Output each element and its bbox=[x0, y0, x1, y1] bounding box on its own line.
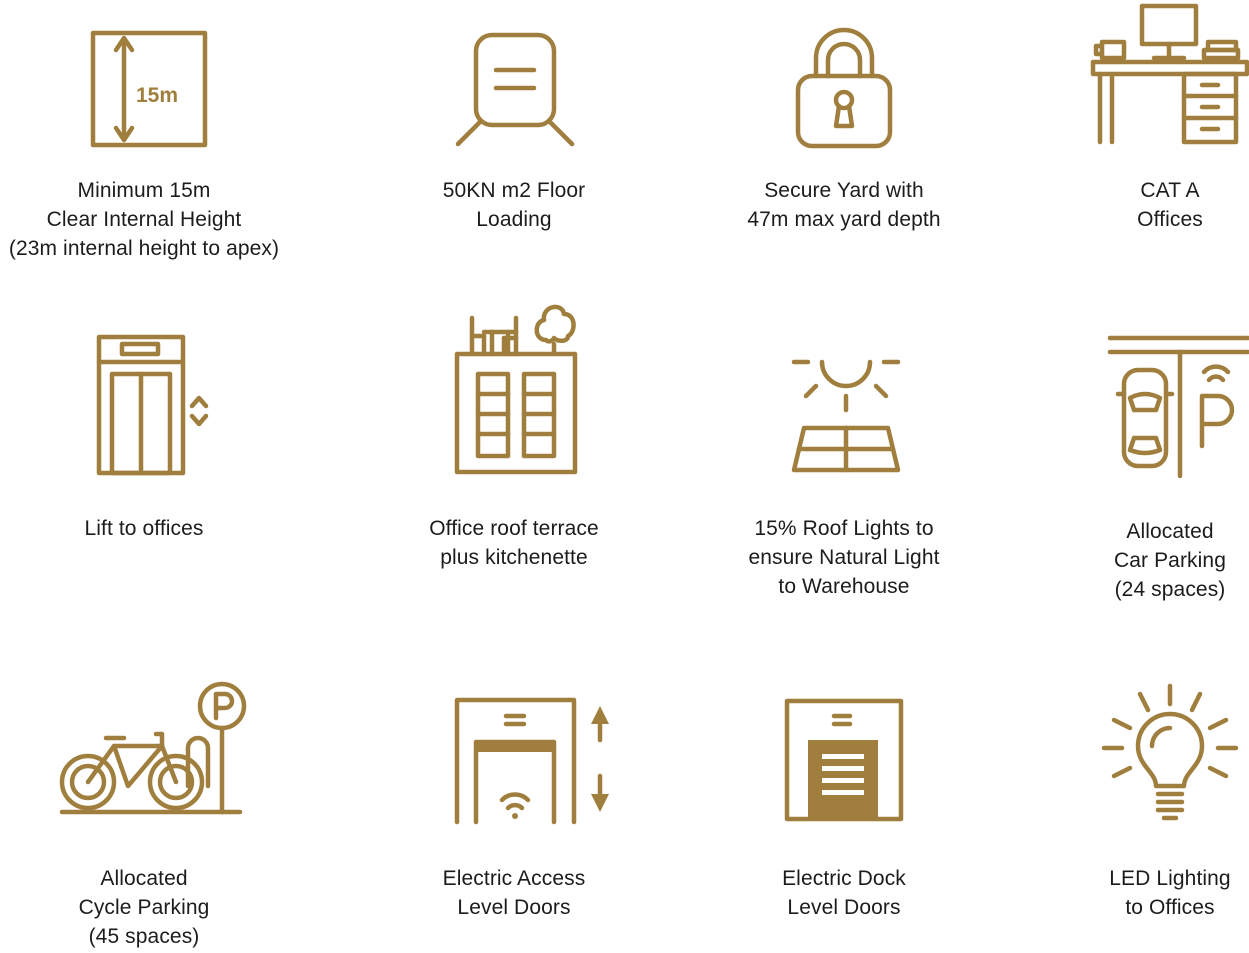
feature-label: CAT A Offices bbox=[1010, 176, 1249, 234]
label-line: 47m max yard depth bbox=[747, 208, 941, 231]
roof-light-icon bbox=[791, 359, 901, 473]
ruler-height-icon: 15m bbox=[90, 30, 208, 148]
feature-label: Allocated Cycle Parking (45 spaces) bbox=[0, 864, 304, 951]
label-line: Lift to offices bbox=[84, 517, 204, 540]
padlock-icon bbox=[795, 27, 893, 149]
feature-label: Office roof terrace plus kitchenette bbox=[354, 514, 674, 572]
label-line: Electric Access bbox=[442, 867, 586, 890]
feature-label: LED Lighting to Offices bbox=[1010, 864, 1249, 922]
label-line: Office roof terrace bbox=[429, 517, 599, 540]
cycle-parking-icon bbox=[59, 681, 247, 815]
label-line: Car Parking bbox=[1114, 549, 1226, 572]
lift-icon bbox=[96, 334, 209, 476]
car-parking-icon bbox=[1107, 335, 1249, 479]
feature-label: Secure Yard with 47m max yard depth bbox=[684, 176, 1004, 234]
label-line: Allocated bbox=[1126, 520, 1214, 543]
office-desk-icon bbox=[1090, 3, 1249, 145]
electric-dock-door-icon bbox=[784, 698, 904, 822]
svg-text:15m: 15m bbox=[136, 84, 178, 107]
feature-label: 50KN m2 Floor Loading bbox=[354, 176, 674, 234]
label-line: LED Lighting bbox=[1109, 867, 1231, 890]
label-line: CAT A bbox=[1140, 179, 1200, 202]
label-line: Level Doors bbox=[787, 896, 901, 919]
led-bulb-icon bbox=[1101, 683, 1239, 821]
label-line: Offices bbox=[1137, 208, 1203, 231]
label-line: Level Doors bbox=[457, 896, 571, 919]
label-line: to Warehouse bbox=[778, 575, 910, 598]
label-line: (24 spaces) bbox=[1114, 578, 1226, 601]
electric-access-door-icon bbox=[454, 697, 609, 825]
label-line: ensure Natural Light bbox=[748, 546, 940, 569]
feature-label: 15% Roof Lights to ensure Natural Light … bbox=[684, 514, 1004, 601]
label-line: (45 spaces) bbox=[88, 925, 200, 948]
label-line: Secure Yard with bbox=[764, 179, 924, 202]
feature-label: Electric Access Level Doors bbox=[354, 864, 674, 922]
label-line: Clear Internal Height bbox=[46, 208, 242, 231]
label-line: Loading bbox=[476, 208, 552, 231]
label-line: to Offices bbox=[1125, 896, 1215, 919]
label-line: Electric Dock bbox=[782, 867, 906, 890]
label-line: 50KN m2 Floor bbox=[442, 179, 586, 202]
label-line: (23m internal height to apex) bbox=[8, 237, 280, 260]
label-line: plus kitchenette bbox=[440, 546, 588, 569]
label-line: 15% Roof Lights to bbox=[754, 517, 934, 540]
label-line: Cycle Parking bbox=[78, 896, 210, 919]
feature-label: Lift to offices bbox=[0, 514, 304, 543]
feature-label: Electric Dock Level Doors bbox=[684, 864, 1004, 922]
feature-label: Minimum 15m Clear Internal Height (23m i… bbox=[0, 176, 304, 263]
label-line: Minimum 15m bbox=[77, 179, 211, 202]
floor-loading-icon bbox=[455, 32, 575, 147]
label-line: Allocated bbox=[100, 867, 188, 890]
feature-label: Allocated Car Parking (24 spaces) bbox=[1010, 517, 1249, 604]
roof-terrace-icon bbox=[454, 304, 578, 475]
